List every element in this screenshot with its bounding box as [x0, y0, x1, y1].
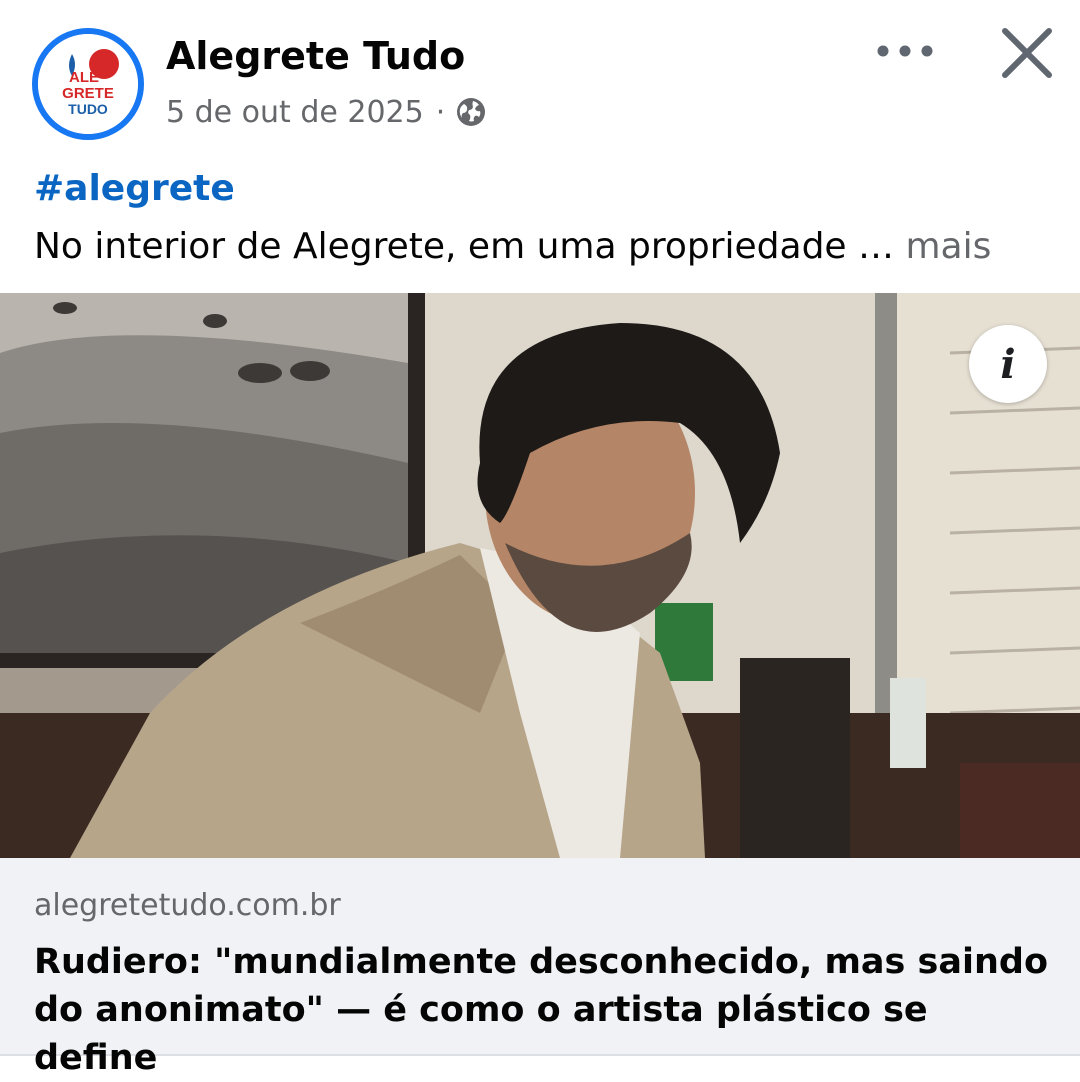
post-text-body: No interior de Alegrete, em uma propried…	[34, 226, 906, 267]
svg-text:GRETE: GRETE	[62, 85, 114, 102]
info-button[interactable]: i	[969, 325, 1047, 403]
close-button[interactable]	[996, 22, 1058, 84]
post-image	[0, 293, 1080, 858]
post-meta: 5 de out de 2025 ·	[166, 90, 487, 134]
link-domain: alegretetudo.com.br	[34, 888, 341, 923]
link-preview-card[interactable]: alegretetudo.com.br Rudiero: "mundialmen…	[0, 858, 1080, 1078]
page-name[interactable]: Alegrete Tudo	[166, 30, 465, 82]
close-icon	[1002, 28, 1052, 78]
page-avatar[interactable]: ALE GRETE TUDO	[32, 28, 144, 140]
meta-separator: ·	[435, 94, 446, 130]
more-options-icon	[877, 45, 933, 57]
post-header: ALE GRETE TUDO Alegrete Tudo 5 de out de…	[0, 0, 1080, 160]
svg-text:TUDO: TUDO	[68, 101, 108, 117]
info-icon: i	[1000, 340, 1016, 388]
svg-text:ALE: ALE	[69, 69, 99, 86]
post-hashtag[interactable]: #alegrete	[34, 164, 235, 214]
link-title: Rudiero: "mundialmente desconhecido, mas…	[34, 942, 1049, 1078]
post-date[interactable]: 5 de out de 2025	[166, 95, 424, 130]
globe-icon	[455, 96, 487, 128]
alegrete-tudo-logo: ALE GRETE TUDO	[38, 34, 138, 134]
post-text: No interior de Alegrete, em uma propried…	[34, 222, 1054, 272]
more-options-button[interactable]	[868, 24, 942, 78]
post-photo[interactable]: i	[0, 293, 1080, 858]
see-more-link[interactable]: mais	[905, 226, 991, 267]
